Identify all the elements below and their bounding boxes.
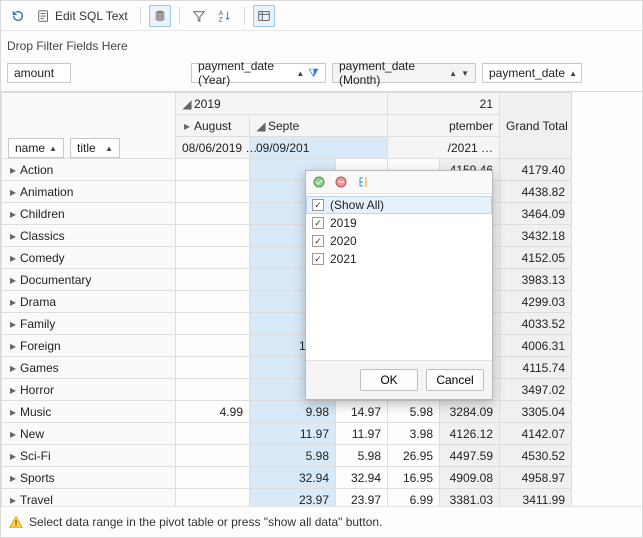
toolbar-separator [244,7,245,25]
refresh-icon [11,9,25,23]
sort-asc-icon [105,144,113,153]
filter-button[interactable] [188,5,210,27]
table-row[interactable]: ▸Sci-Fi5.985.9826.954497.594530.52 [2,445,643,467]
col-field-day-label: payment_date [489,66,565,80]
filter-option-show-all[interactable]: ✓ (Show All) [306,196,492,214]
data-field-label: amount [14,66,54,80]
layout-icon [257,9,271,23]
data-source-button[interactable] [149,5,171,27]
table-row[interactable]: ▸Sports32.9432.9416.954909.084958.97 [2,467,643,489]
sort-asc-icon [296,69,304,78]
row-field-title-pill[interactable]: title [70,138,120,158]
col-date-2[interactable]: 09/09/201 [250,137,388,159]
toolbar: Edit SQL Text AZ [1,1,642,31]
filter-option[interactable]: ✓2021 [306,250,492,268]
checkbox-checked-icon: ✓ [312,217,324,229]
data-field-pill[interactable]: amount [7,63,71,83]
layout-button[interactable] [253,5,275,27]
deselect-all-icon[interactable] [333,174,349,190]
field-zone: amount payment_date (Year) ⧩ payment_dat… [1,59,642,91]
checkbox-checked-icon: ✓ [312,235,324,247]
filter-option[interactable]: ✓2019 [306,214,492,232]
edit-sql-button[interactable]: Edit SQL Text [33,5,132,27]
sort-asc-icon [449,69,457,78]
row-field-name-label: name [15,141,45,155]
edit-sql-label: Edit SQL Text [55,9,128,23]
col-field-year-label: payment_date (Year) [198,59,296,87]
warning-icon [9,515,23,529]
pivot-grid[interactable]: name title ◢2019 21 Grand Total [1,91,642,506]
toolbar-separator [179,7,180,25]
checkbox-checked-icon: ✓ [312,253,324,265]
sort-az-icon: AZ [218,9,232,23]
col-field-day-pill[interactable]: payment_date [482,63,582,83]
database-icon [153,9,167,23]
filter-option[interactable]: ✓2020 [306,232,492,250]
col-year-2019[interactable]: ◢2019 [176,93,388,115]
filter-active-icon: ⧩ [308,66,319,81]
sql-icon [37,9,51,23]
table-row[interactable]: ▸Travel23.9723.976.993381.033411.99 [2,489,643,507]
col-field-year-pill[interactable]: payment_date (Year) ⧩ [191,63,326,83]
tree-mode-icon[interactable] [355,174,371,190]
col-date-1[interactable]: 08/06/2019 … [176,137,250,159]
funnel-icon [192,9,206,23]
filter-drop-hint: Drop Filter Fields Here [7,39,128,53]
popup-toolbar [306,171,492,194]
col-month-aug[interactable]: ▸August [176,115,250,137]
col-grand-total[interactable]: Grand Total [500,93,572,159]
col-month-sep[interactable]: ◢Septe [250,115,388,137]
checkbox-checked-icon: ✓ [312,199,324,211]
row-field-title-label: title [77,141,96,155]
status-text: Select data range in the pivot table or … [29,515,382,529]
svg-text:Z: Z [219,16,223,23]
table-row[interactable]: ▸Music4.999.9814.975.983284.093305.04 [2,401,643,423]
row-field-name-pill[interactable]: name [8,138,64,158]
col-field-month-pill[interactable]: payment_date (Month) [332,63,476,83]
sort-button[interactable]: AZ [214,5,236,27]
col-month-sep-2021[interactable]: ptember [388,115,500,137]
filter-drop-area[interactable]: Drop Filter Fields Here [1,31,642,59]
toolbar-separator [140,7,141,25]
popup-list: ✓ (Show All) ✓2019✓2020✓2021 [306,194,492,270]
col-field-month-label: payment_date (Month) [339,59,445,87]
col-year-2021[interactable]: 21 [388,93,500,115]
col-date-3[interactable]: /2021 … [388,137,500,159]
year-filter-popup: ✓ (Show All) ✓2019✓2020✓2021 OK Cancel [305,170,493,400]
sort-asc-icon [49,144,57,153]
dropdown-icon [461,69,469,78]
status-bar: Select data range in the pivot table or … [1,506,642,537]
sort-asc-icon [569,69,577,78]
table-row[interactable]: ▸New11.9711.973.984126.124142.07 [2,423,643,445]
filter-cancel-button[interactable]: Cancel [426,369,484,391]
refresh-button[interactable] [7,5,29,27]
select-all-icon[interactable] [311,174,327,190]
filter-ok-button[interactable]: OK [360,369,418,391]
